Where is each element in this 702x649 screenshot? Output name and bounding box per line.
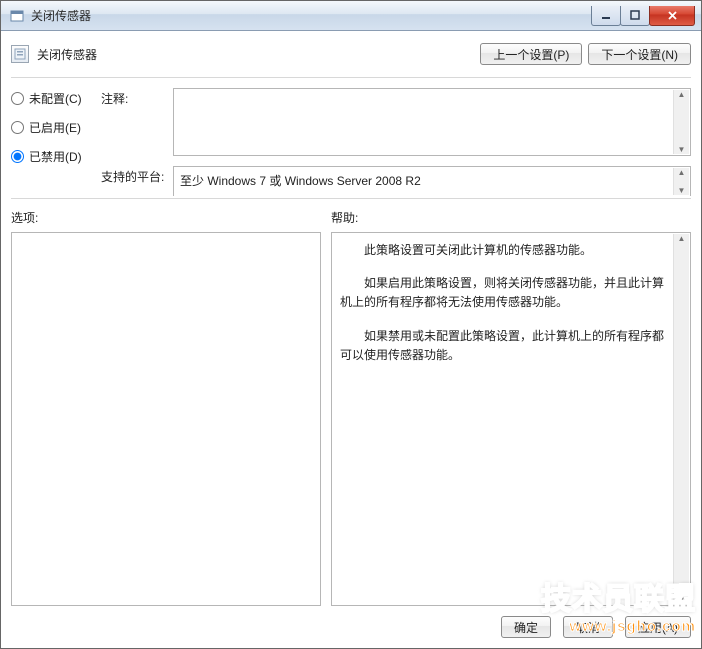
- radio-enabled-input[interactable]: [11, 121, 24, 134]
- scroll-up-icon[interactable]: ▲: [678, 168, 686, 177]
- scrollbar[interactable]: ▲ ▼: [673, 90, 689, 154]
- minimize-button[interactable]: [591, 6, 621, 26]
- ok-button[interactable]: 确定: [501, 616, 551, 638]
- next-setting-button[interactable]: 下一个设置(N): [588, 43, 691, 65]
- window-sysicon: [9, 8, 25, 24]
- platform-textbox: 至少 Windows 7 或 Windows Server 2008 R2 ▲ …: [173, 166, 691, 196]
- radio-disabled-input[interactable]: [11, 150, 24, 163]
- help-paragraph: 如果禁用或未配置此策略设置，此计算机上的所有程序都可以使用传感器功能。: [340, 327, 670, 365]
- policy-title: 关闭传感器: [37, 46, 97, 63]
- comment-field-row: 注释: ▲ ▼: [101, 88, 691, 156]
- lower-labels: 选项: 帮助:: [11, 199, 691, 232]
- radio-not-configured[interactable]: 未配置(C): [11, 90, 101, 107]
- radio-not-configured-input[interactable]: [11, 92, 24, 105]
- scroll-down-icon[interactable]: ▼: [678, 145, 686, 154]
- config-section: 未配置(C) 已启用(E) 已禁用(D) 注释: ▲ ▼: [11, 78, 691, 199]
- scroll-up-icon[interactable]: ▲: [678, 90, 686, 99]
- window-title: 关闭传感器: [31, 7, 91, 24]
- lower-panes: 此策略设置可关闭此计算机的传感器功能。 如果启用此策略设置，则将关闭传感器功能，…: [11, 232, 691, 606]
- help-pane: 此策略设置可关闭此计算机的传感器功能。 如果启用此策略设置，则将关闭传感器功能，…: [331, 232, 691, 606]
- platform-field-row: 支持的平台: 至少 Windows 7 或 Windows Server 200…: [101, 166, 691, 196]
- cancel-button[interactable]: 取消: [563, 616, 613, 638]
- help-paragraph: 此策略设置可关闭此计算机的传感器功能。: [340, 241, 670, 260]
- scrollbar[interactable]: ▲ ▼: [673, 234, 689, 604]
- radio-disabled[interactable]: 已禁用(D): [11, 148, 101, 165]
- help-paragraph: 如果启用此策略设置，则将关闭传感器功能，并且此计算机上的所有程序都将无法使用传感…: [340, 274, 670, 312]
- previous-setting-button[interactable]: 上一个设置(P): [480, 43, 582, 65]
- policy-header: 关闭传感器 上一个设置(P) 下一个设置(N): [11, 39, 691, 78]
- apply-button[interactable]: 应用(A): [625, 616, 691, 638]
- policy-icon: [11, 45, 29, 63]
- comment-label: 注释:: [101, 88, 173, 156]
- scroll-down-icon[interactable]: ▼: [678, 595, 686, 604]
- options-pane: [11, 232, 321, 606]
- comment-textarea[interactable]: ▲ ▼: [173, 88, 691, 156]
- state-radio-group: 未配置(C) 已启用(E) 已禁用(D): [11, 88, 101, 196]
- platform-label: 支持的平台:: [101, 166, 173, 196]
- titlebar: 关闭传感器: [1, 1, 701, 31]
- scrollbar[interactable]: ▲ ▼: [673, 168, 689, 195]
- help-label: 帮助:: [331, 209, 358, 226]
- radio-enabled[interactable]: 已启用(E): [11, 119, 101, 136]
- maximize-button[interactable]: [620, 6, 650, 26]
- window-controls: [592, 6, 695, 26]
- options-label: 选项:: [11, 209, 331, 226]
- dialog-footer: 确定 取消 应用(A): [11, 606, 691, 638]
- close-button[interactable]: [649, 6, 695, 26]
- scroll-down-icon[interactable]: ▼: [678, 186, 686, 195]
- scroll-up-icon[interactable]: ▲: [678, 234, 686, 243]
